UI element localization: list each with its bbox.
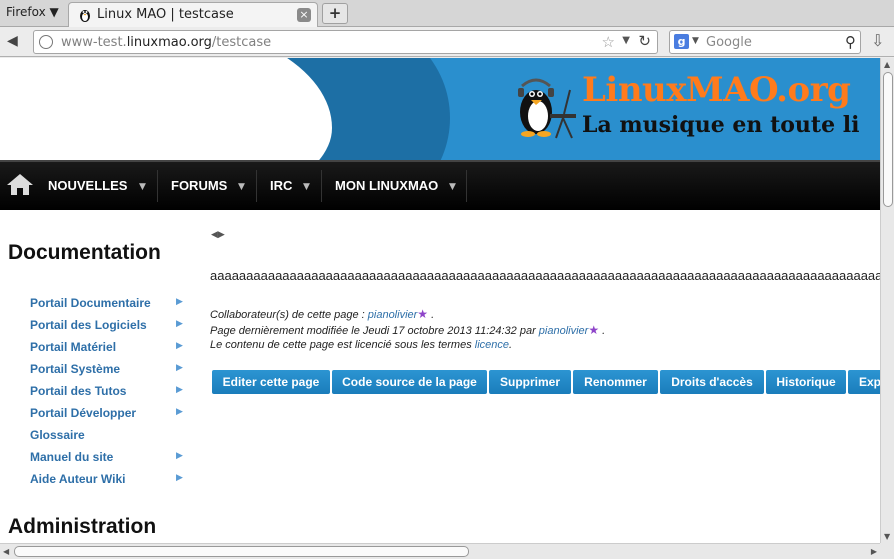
export-button[interactable]: Exp: [848, 370, 880, 394]
sidebar-item-portail-tutos[interactable]: Portail des Tutos: [30, 384, 126, 398]
sidebar-item-aide-auteur-wiki[interactable]: Aide Auteur Wiki: [30, 472, 125, 486]
tab-close-icon[interactable]: ×: [297, 8, 311, 22]
reload-icon[interactable]: ↻: [638, 32, 651, 50]
chevron-right-icon[interactable]: ▶: [176, 451, 183, 461]
chevron-down-icon: ▼: [238, 182, 245, 192]
search-input[interactable]: Google: [706, 35, 752, 50]
engine-dropdown-icon[interactable]: ▼: [692, 36, 699, 46]
edit-page-button[interactable]: Editer cette page: [212, 370, 330, 394]
star-badge-icon: ★: [588, 323, 600, 337]
sidebar-item-portail-documentaire[interactable]: Portail Documentaire: [30, 296, 151, 310]
navigation-toolbar: ◀ www-test.linuxmao.org/testcase ☆ ▼ ↻ g…: [0, 27, 894, 57]
horizontal-scroll-thumb[interactable]: [14, 546, 469, 557]
download-icon[interactable]: ⇩: [871, 31, 884, 50]
bookmark-star-icon[interactable]: ☆: [602, 33, 615, 51]
chevron-right-icon[interactable]: ▶: [176, 385, 183, 395]
license-line: Le contenu de cette page est licencié so…: [210, 339, 512, 351]
delete-button[interactable]: Supprimer: [489, 370, 571, 394]
vertical-scroll-thumb[interactable]: [883, 72, 893, 207]
back-arrow-icon[interactable]: ◀: [7, 33, 18, 49]
sidebar-title-documentation: Documentation: [8, 241, 161, 264]
url-prefix: www-test.: [61, 35, 127, 50]
contributors-label: Collaborateur(s) de cette page :: [210, 309, 368, 321]
home-icon[interactable]: [6, 172, 34, 196]
contributor-user-link[interactable]: pianolivier: [368, 309, 418, 321]
menu-separator: [321, 170, 322, 202]
rename-button[interactable]: Renommer: [573, 370, 658, 394]
license-label: Le contenu de cette page est licencié so…: [210, 339, 475, 351]
firefox-menu-button[interactable]: Firefox ▼: [6, 5, 59, 19]
chevron-right-icon[interactable]: ▶: [176, 407, 183, 417]
new-tab-button[interactable]: +: [322, 3, 348, 24]
site-banner: LinuxMAO.org La musique en toute li: [0, 58, 880, 160]
star-badge-icon: ★: [417, 307, 429, 321]
collapse-toggle-icon[interactable]: ◀▶: [211, 230, 225, 240]
contributors-end: .: [428, 309, 435, 321]
chevron-right-icon[interactable]: ▶: [176, 363, 183, 373]
banner-white-curve: [0, 58, 332, 160]
url-domain: linuxmao.org: [126, 35, 212, 50]
page-viewport: LinuxMAO.org La musique en toute li NOUV…: [0, 58, 880, 543]
vertical-scrollbar[interactable]: ▲ ▼: [880, 58, 894, 543]
globe-icon: [39, 35, 53, 49]
url-bar[interactable]: www-test.linuxmao.org/testcase ☆ ▼ ↻: [33, 30, 658, 54]
menu-separator: [157, 170, 158, 202]
modifier-user-link[interactable]: pianolivier: [539, 325, 589, 337]
menu-separator: [256, 170, 257, 202]
menu-item-mon-linuxmao[interactable]: MON LINUXMAO: [335, 162, 438, 210]
modified-label: Page dernièrement modifiée le Jeudi 17 o…: [210, 325, 539, 337]
scroll-down-icon[interactable]: ▼: [884, 532, 890, 541]
search-icon[interactable]: ⚲: [845, 33, 856, 51]
site-logo-subtitle: La musique en toute li: [582, 112, 860, 138]
license-end: .: [509, 339, 513, 351]
site-logo-title[interactable]: LinuxMAO.org: [582, 70, 851, 110]
menu-separator: [466, 170, 467, 202]
scroll-left-icon[interactable]: ◀: [3, 547, 9, 556]
chevron-down-icon: ▼: [139, 182, 146, 192]
license-link[interactable]: licence: [475, 339, 509, 351]
sidebar-item-portail-logiciels[interactable]: Portail des Logiciels: [30, 318, 147, 332]
main-menu: NOUVELLES ▼ FORUMS ▼ IRC ▼ MON LINUXMAO …: [0, 160, 880, 210]
page-source-button[interactable]: Code source de la page: [332, 370, 487, 394]
scroll-right-icon[interactable]: ▶: [871, 547, 877, 556]
sidebar-item-portail-materiel[interactable]: Portail Matériel: [30, 340, 116, 354]
sidebar-item-portail-systeme[interactable]: Portail Système: [30, 362, 120, 376]
menu-item-nouvelles[interactable]: NOUVELLES: [48, 162, 127, 210]
sidebar-item-manuel-du-site[interactable]: Manuel du site: [30, 450, 113, 464]
contributors-line: Collaborateur(s) de cette page : pianoli…: [210, 307, 434, 321]
modified-end: .: [599, 325, 606, 337]
horizontal-scrollbar[interactable]: ◀ ▶: [0, 543, 880, 559]
sidebar-title-administration: Administration: [8, 515, 157, 538]
sidebar-item-glossaire[interactable]: Glossaire: [30, 428, 85, 442]
history-dropdown-icon[interactable]: ▼: [622, 35, 630, 46]
chevron-right-icon[interactable]: ▶: [176, 473, 183, 483]
tux-mascot-icon: [518, 78, 576, 139]
menu-item-forums[interactable]: FORUMS: [171, 162, 227, 210]
menu-item-irc[interactable]: IRC: [270, 162, 292, 210]
history-button[interactable]: Historique: [766, 370, 846, 394]
sidebar-item-portail-developper[interactable]: Portail Développer: [30, 406, 136, 420]
tux-favicon-icon: [80, 10, 90, 22]
scrollbar-corner: [880, 543, 894, 559]
scroll-up-icon[interactable]: ▲: [884, 60, 890, 69]
chevron-down-icon: ▼: [303, 182, 310, 192]
access-rights-button[interactable]: Droits d'accès: [660, 370, 764, 394]
chevron-right-icon[interactable]: ▶: [176, 297, 183, 307]
page-body-text: aaaaaaaaaaaaaaaaaaaaaaaaaaaaaaaaaaaaaaaa…: [210, 268, 880, 283]
tab-bar: Firefox ▼ Linux MAO | testcase × +: [0, 0, 894, 27]
chevron-down-icon: ▼: [449, 182, 456, 192]
google-icon[interactable]: g: [674, 34, 689, 49]
modified-line: Page dernièrement modifiée le Jeudi 17 o…: [210, 323, 605, 337]
search-bar[interactable]: g ▼ Google ⚲: [669, 30, 861, 54]
url-text[interactable]: www-test.linuxmao.org/testcase: [61, 35, 271, 50]
tab-title: Linux MAO | testcase: [97, 7, 234, 22]
browser-tab-active[interactable]: Linux MAO | testcase ×: [68, 2, 318, 27]
chevron-right-icon[interactable]: ▶: [176, 341, 183, 351]
url-path: /testcase: [211, 35, 272, 50]
chevron-right-icon[interactable]: ▶: [176, 319, 183, 329]
